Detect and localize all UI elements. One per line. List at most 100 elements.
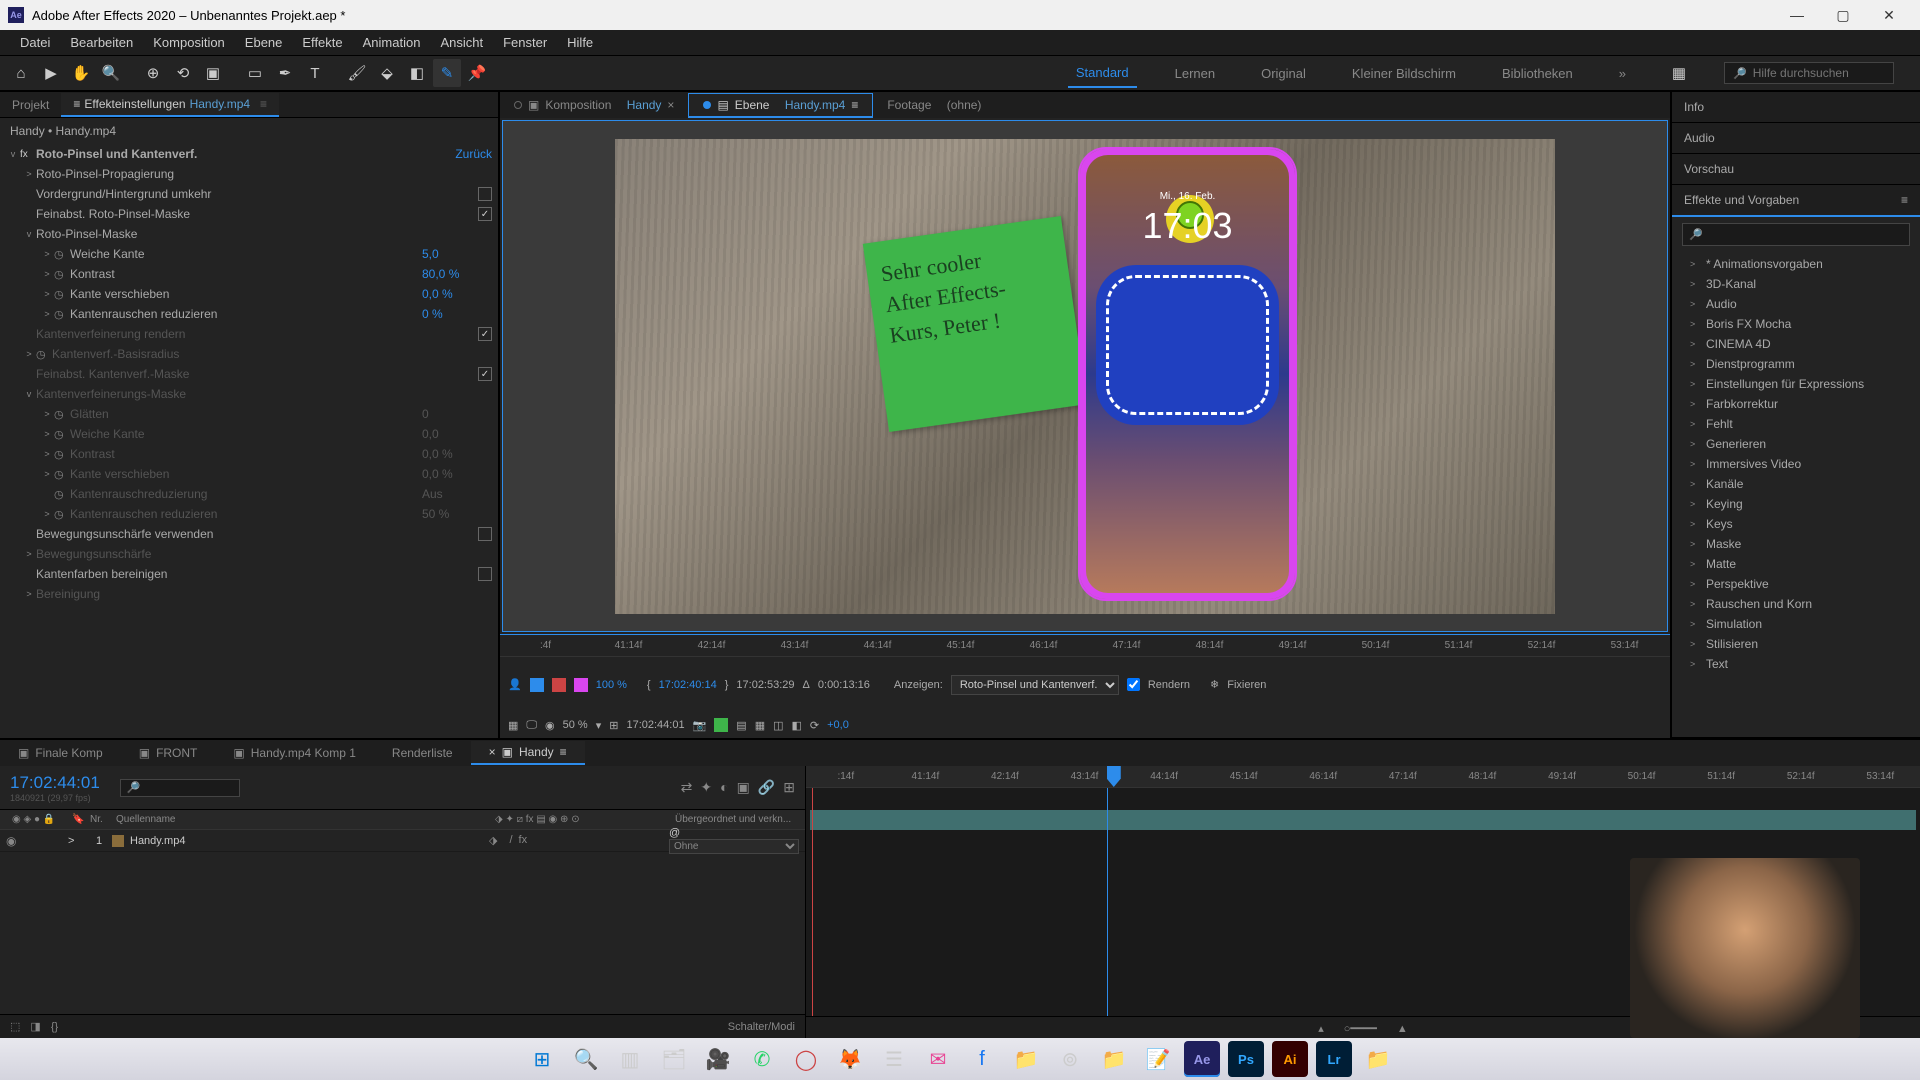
panel-vorschau[interactable]: Vorschau: [1672, 154, 1920, 184]
taskbar-explorer[interactable]: 🗂: [656, 1041, 692, 1077]
preset-category[interactable]: >Maske: [1672, 534, 1920, 554]
effect-property-row[interactable]: ◷KantenrauschreduzierungAus: [0, 484, 498, 504]
effect-property-row[interactable]: >◷Weiche Kante0,0: [0, 424, 498, 444]
puppet-tool[interactable]: 📌: [463, 59, 491, 87]
preset-category[interactable]: >Einstellungen für Expressions: [1672, 374, 1920, 394]
fx-toggle-icon[interactable]: fx: [20, 149, 36, 160]
timeline-layer-1[interactable]: ◉ > 1 Handy.mp4 ⬗/fx @ Ohne: [0, 830, 805, 852]
panel-info[interactable]: Info: [1672, 92, 1920, 122]
preset-category[interactable]: >Simulation: [1672, 614, 1920, 634]
close-icon[interactable]: ×: [489, 745, 496, 759]
help-search-input[interactable]: [1753, 66, 1885, 80]
tl-tab-finale[interactable]: ▣Finale Komp: [0, 742, 121, 764]
preset-category[interactable]: >Audio: [1672, 294, 1920, 314]
tl-icon-1[interactable]: ⇄: [681, 779, 693, 796]
stopwatch-icon[interactable]: ◷: [36, 348, 52, 361]
preset-category[interactable]: >Matte: [1672, 554, 1920, 574]
effect-property-row[interactable]: Feinabst. Kantenverf.-Maske✓: [0, 364, 498, 384]
pickwhip-icon[interactable]: @: [669, 827, 680, 839]
taskbar-facebook[interactable]: f: [964, 1041, 1000, 1077]
zoom-slider[interactable]: ○━━━━: [1344, 1022, 1377, 1035]
zoom-value[interactable]: 50 %: [563, 719, 588, 731]
viewer-tab-comp[interactable]: ▣ Komposition Handy ×: [500, 94, 688, 116]
stopwatch-icon[interactable]: ◷: [54, 288, 70, 301]
pen-tool[interactable]: ✒: [271, 59, 299, 87]
checkbox[interactable]: [478, 527, 492, 541]
playhead[interactable]: [1107, 766, 1121, 787]
tl-icon-5[interactable]: 🔗: [758, 779, 775, 796]
snapshot-icon[interactable]: 📷: [693, 719, 707, 732]
stopwatch-icon[interactable]: ◷: [54, 428, 70, 441]
panel-menu-icon[interactable]: ≡: [260, 97, 267, 111]
tl-footericon-3[interactable]: {}: [51, 1021, 58, 1033]
brush-tool[interactable]: 🖌: [343, 59, 371, 87]
panel-effekte-vorgaben[interactable]: Effekte und Vorgaben ≡: [1672, 185, 1920, 217]
grid-icon[interactable]: ▦: [508, 719, 518, 732]
effect-property-row[interactable]: >◷Weiche Kante5,0: [0, 244, 498, 264]
timeline-search-input[interactable]: [120, 779, 240, 797]
effect-property-row[interactable]: >Bereinigung: [0, 584, 498, 604]
workspace-grid-icon[interactable]: ▦: [1665, 59, 1693, 87]
checkbox[interactable]: ✓: [478, 207, 492, 221]
exposure-value[interactable]: +0,0: [827, 719, 849, 731]
preset-category[interactable]: >CINEMA 4D: [1672, 334, 1920, 354]
preset-category[interactable]: >Rauschen und Korn: [1672, 594, 1920, 614]
refresh-icon[interactable]: ⟳: [810, 719, 819, 732]
panel-menu-icon[interactable]: ≡: [1901, 193, 1908, 207]
menu-bearbeiten[interactable]: Bearbeiten: [60, 31, 143, 54]
preset-category[interactable]: >Farbkorrektur: [1672, 394, 1920, 414]
preset-category[interactable]: >Fehlt: [1672, 414, 1920, 434]
anchor-tool[interactable]: ▣: [199, 59, 227, 87]
tab-projekt[interactable]: Projekt: [0, 94, 61, 116]
timeline-ruler[interactable]: :14f41:14f42:14f43:14f44:14f45:14f46:14f…: [806, 766, 1920, 788]
brush-pct[interactable]: 100 %: [596, 679, 627, 691]
taskbar-firefox[interactable]: 🦊: [832, 1041, 868, 1077]
tl-footericon-1[interactable]: ⬚: [10, 1020, 20, 1033]
viewer-tab-layer[interactable]: ▤ Ebene Handy.mp4 ≡: [688, 93, 873, 118]
help-search[interactable]: 🔎: [1724, 62, 1894, 84]
workspace-lernen[interactable]: Lernen: [1167, 60, 1223, 87]
effect-property-row[interactable]: Vordergrund/Hintergrund umkehr: [0, 184, 498, 204]
zoom-in-icon[interactable]: ▲: [1397, 1023, 1408, 1035]
minimize-button[interactable]: —: [1774, 0, 1820, 30]
taskbar-lr[interactable]: Lr: [1316, 1041, 1352, 1077]
resolution-icon[interactable]: ⊞: [609, 719, 618, 732]
effect-property-row[interactable]: >◷Glätten0: [0, 404, 498, 424]
preset-category[interactable]: >* Animationsvorgaben: [1672, 254, 1920, 274]
stopwatch-icon[interactable]: ◷: [54, 408, 70, 421]
effect-reset[interactable]: Zurück: [455, 147, 492, 161]
workspace-standard[interactable]: Standard: [1068, 59, 1137, 88]
tl-icon-4[interactable]: ▣: [737, 779, 750, 796]
rotobrush-tool[interactable]: ✎: [433, 59, 461, 87]
tl-tab-handykomp[interactable]: ▣Handy.mp4 Komp 1: [215, 742, 374, 764]
stroke-color[interactable]: [574, 678, 588, 692]
layer-color-chip[interactable]: [112, 835, 124, 847]
preset-category[interactable]: >Dienstprogramm: [1672, 354, 1920, 374]
visibility-toggle[interactable]: ◉: [6, 834, 26, 848]
mask-icon[interactable]: ◉: [545, 719, 555, 732]
stopwatch-icon[interactable]: ◷: [54, 268, 70, 281]
effect-property-row[interactable]: Kantenverfeinerung rendern✓: [0, 324, 498, 344]
person-icon[interactable]: 👤: [508, 678, 522, 691]
switches-modes-toggle[interactable]: Schalter/Modi: [728, 1021, 795, 1033]
out-timecode[interactable]: 17:02:53:29: [736, 679, 794, 691]
panel-audio[interactable]: Audio: [1672, 123, 1920, 153]
viewer-tab-footage[interactable]: Footage (ohne): [873, 94, 995, 116]
preset-category[interactable]: >Keys: [1672, 514, 1920, 534]
taskbar-ai[interactable]: Ai: [1272, 1041, 1308, 1077]
channel-green[interactable]: [714, 718, 728, 732]
taskbar-search[interactable]: 🔍: [568, 1041, 604, 1077]
taskbar-taskview[interactable]: ▥: [612, 1041, 648, 1077]
rotate-tool[interactable]: ⟲: [169, 59, 197, 87]
tab-effekteinstellungen[interactable]: ≡ Effekteinstellungen Handy.mp4 ≡: [61, 93, 279, 117]
taskbar-messenger[interactable]: ✉: [920, 1041, 956, 1077]
tl-icon-3[interactable]: ◐: [720, 779, 728, 796]
fg-color[interactable]: [530, 678, 544, 692]
preset-category[interactable]: >Perspektive: [1672, 574, 1920, 594]
menu-datei[interactable]: Datei: [10, 31, 60, 54]
clone-tool[interactable]: ⬙: [373, 59, 401, 87]
maximize-button[interactable]: ▢: [1820, 0, 1866, 30]
taskbar-notepad[interactable]: 📝: [1140, 1041, 1176, 1077]
stopwatch-icon[interactable]: ◷: [54, 248, 70, 261]
menu-animation[interactable]: Animation: [353, 31, 431, 54]
